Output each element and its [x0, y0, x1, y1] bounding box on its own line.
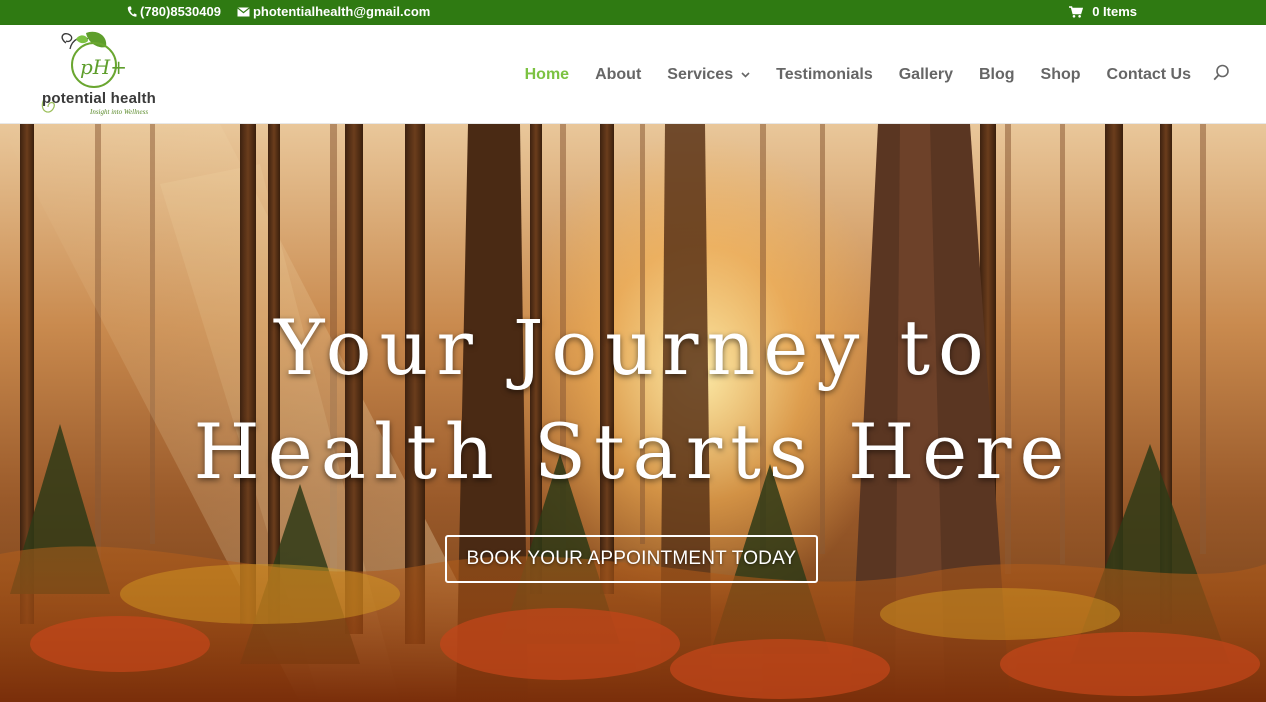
nav-shop[interactable]: Shop: [1041, 66, 1081, 84]
nav-about[interactable]: About: [595, 66, 641, 84]
email-link[interactable]: photentialhealth@gmail.com: [237, 4, 430, 19]
nav-contact-us[interactable]: Contact Us: [1107, 66, 1191, 84]
logo-text: potential health: [42, 90, 157, 107]
phone-icon: [127, 6, 137, 17]
cart-link[interactable]: 0 Items: [1069, 4, 1137, 19]
envelope-icon: [237, 6, 250, 16]
phone-number: (780)8530409: [140, 4, 221, 19]
nav-services-label: Services: [667, 65, 734, 83]
phone-link[interactable]: (780)8530409: [127, 4, 221, 19]
nav-services[interactable]: Services: [667, 66, 750, 84]
main-nav: Home About Services Testimonials Gallery…: [525, 25, 1266, 124]
svg-text:pH+: pH+: [80, 55, 127, 79]
book-appointment-button[interactable]: BOOK YOUR APPOINTMENT TODAY: [445, 535, 818, 583]
nav-blog[interactable]: Blog: [979, 66, 1015, 84]
site-header: pH+ potential health Insight into Wellne…: [0, 25, 1266, 124]
contact-info: (780)8530409 photentialhealth@gmail.com: [127, 4, 446, 19]
logo-tagline: Insight into Wellness: [90, 108, 149, 116]
search-icon: [1213, 64, 1229, 80]
search-button[interactable]: [1213, 64, 1230, 86]
cart-count: 0 Items: [1092, 4, 1137, 19]
hero-section: Your Journey to Health Starts Here BOOK …: [0, 124, 1266, 702]
email-address: photentialhealth@gmail.com: [252, 4, 431, 19]
cart-icon: [1069, 5, 1084, 18]
site-logo[interactable]: pH+ potential health Insight into Wellne…: [36, 29, 160, 121]
top-bar: (780)8530409 photentialhealth@gmail.com …: [0, 0, 1266, 25]
nav-home[interactable]: Home: [525, 66, 569, 84]
chevron-down-icon: [741, 71, 750, 78]
nav-gallery[interactable]: Gallery: [899, 66, 953, 84]
nav-testimonials[interactable]: Testimonials: [776, 66, 873, 84]
hero-title-line-2: Health Starts Here: [193, 407, 1073, 496]
hero-title-line-1: Your Journey to: [274, 303, 992, 392]
